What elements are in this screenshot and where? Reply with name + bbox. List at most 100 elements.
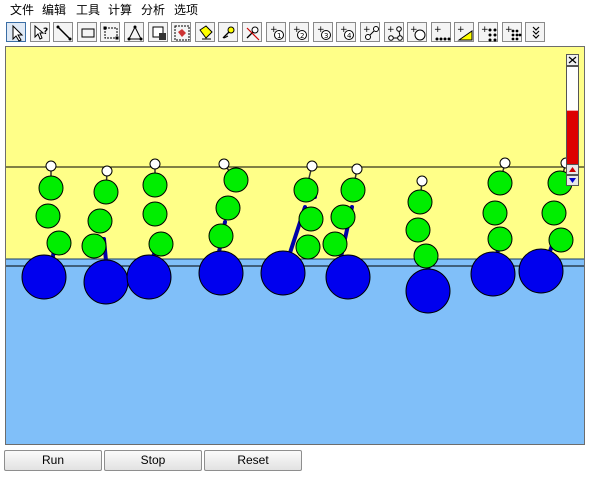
stop-button[interactable]: Stop — [104, 450, 202, 471]
svg-text:1: 1 — [277, 32, 281, 40]
run-button[interactable]: Run — [4, 450, 102, 471]
triangle-tool-icon — [127, 25, 143, 41]
add-atom-tool-icon: + — [410, 25, 426, 41]
select-tool-icon — [12, 24, 24, 42]
menu-compute[interactable]: 计算 — [108, 2, 132, 18]
simulation-view[interactable] — [6, 47, 584, 444]
region-select-tool-icon — [174, 25, 190, 41]
help-query-tool-button[interactable]: ? — [29, 22, 50, 42]
vertical-scrollbar[interactable] — [566, 54, 579, 187]
green-bead — [142, 172, 168, 198]
green-bead — [208, 223, 234, 249]
end-bead — [149, 158, 161, 170]
green-bead — [35, 203, 61, 229]
svg-text:+: + — [505, 25, 513, 35]
green-bead — [81, 233, 107, 259]
svg-text:?: ? — [43, 27, 48, 37]
add-slope-tool-icon: + — [457, 25, 473, 41]
blue-bead — [405, 268, 451, 314]
end-bead — [351, 163, 363, 175]
region-select-tool-button[interactable] — [171, 22, 192, 42]
add-cluster-tool-icon: + — [505, 25, 521, 41]
attach-tool-icon — [199, 25, 213, 40]
menu-file[interactable]: 文件 — [10, 2, 34, 18]
svg-text:2: 2 — [300, 32, 304, 40]
scroll-close-icon[interactable] — [566, 54, 579, 66]
green-bead — [148, 231, 174, 257]
svg-text:+: + — [457, 25, 465, 35]
rectangle-tool-button[interactable] — [76, 22, 97, 42]
menu-bar: 文件 编辑 工具 计算 分析 选项 — [0, 0, 608, 20]
add-grid-tool-button[interactable]: + — [478, 22, 498, 42]
green-bead — [93, 179, 119, 205]
end-bead — [218, 158, 230, 170]
reset-button[interactable]: Reset — [204, 450, 302, 471]
rect-select-tool-button[interactable] — [100, 22, 121, 42]
blue-bead — [83, 259, 129, 305]
green-bead — [38, 175, 64, 201]
scroll-up-icon[interactable] — [566, 164, 579, 175]
end-bead — [306, 160, 318, 172]
green-bead — [330, 204, 356, 230]
add-slope-tool-button[interactable]: + — [454, 22, 475, 42]
blue-bead — [198, 250, 244, 296]
help-query-tool-icon: ? — [34, 24, 48, 40]
add-chain-tool-button[interactable]: + — [430, 22, 451, 42]
blue-bead — [518, 248, 564, 294]
add-charge-1-tool-button[interactable]: +1 — [265, 22, 286, 42]
angle-bond-tool-button[interactable]: + — [383, 22, 404, 42]
add-charge-1-tool-icon: +1 — [270, 25, 284, 40]
no-pin-tool-button[interactable] — [242, 22, 262, 42]
no-pin-tool-icon — [246, 26, 260, 41]
svg-text:3: 3 — [324, 32, 328, 40]
triangle-tool-button[interactable] — [124, 22, 144, 42]
pin-tool-icon — [222, 26, 235, 39]
add-chain-tool-icon: + — [434, 25, 451, 41]
pin-tool-button[interactable] — [218, 22, 239, 42]
green-bead — [482, 200, 508, 226]
fill-tool-button[interactable] — [147, 22, 168, 42]
green-bead — [541, 200, 567, 226]
svg-text:+: + — [481, 25, 489, 35]
green-bead — [487, 226, 513, 252]
attach-tool-button[interactable] — [194, 22, 215, 42]
end-bead — [416, 175, 428, 187]
angle-bond-tool-icon: + — [387, 25, 403, 41]
more-tools-button[interactable] — [525, 22, 546, 42]
simulation-canvas[interactable] — [5, 46, 585, 445]
select-tool-button[interactable] — [6, 22, 26, 42]
fill-tool-icon — [152, 26, 166, 40]
green-bead — [295, 234, 321, 260]
svg-text:4: 4 — [347, 32, 352, 40]
line-tool-button[interactable] — [53, 22, 74, 42]
bond-tool-button[interactable]: + — [360, 22, 380, 42]
blue-bead — [470, 251, 516, 297]
green-bead — [142, 201, 168, 227]
green-bead — [215, 195, 241, 221]
menu-edit[interactable]: 编辑 — [42, 2, 66, 18]
green-bead — [293, 177, 319, 203]
green-bead — [46, 230, 72, 256]
green-bead — [223, 167, 249, 193]
add-charge-2-tool-button[interactable]: +2 — [289, 22, 310, 42]
add-grid-tool-icon: + — [481, 25, 497, 42]
add-charge-4-tool-button[interactable]: +4 — [336, 22, 357, 42]
green-bead — [298, 206, 324, 232]
blue-bead — [325, 254, 371, 300]
rectangle-tool-icon — [81, 28, 95, 38]
menu-tools[interactable]: 工具 — [76, 2, 100, 18]
end-bead — [499, 157, 511, 169]
svg-text:+: + — [363, 25, 371, 35]
menu-options[interactable]: 选项 — [174, 2, 198, 18]
add-atom-tool-button[interactable]: + — [407, 22, 428, 42]
add-charge-3-tool-icon: +3 — [317, 25, 331, 40]
blue-bead — [126, 254, 172, 300]
green-bead — [413, 243, 439, 269]
add-charge-2-tool-icon: +2 — [293, 25, 308, 40]
menu-analyze[interactable]: 分析 — [141, 2, 165, 18]
add-charge-3-tool-button[interactable]: +3 — [312, 22, 333, 42]
green-bead — [548, 227, 574, 253]
add-cluster-tool-button[interactable]: + — [501, 22, 522, 42]
bond-tool-icon: + — [363, 25, 379, 40]
scroll-down-icon[interactable] — [566, 175, 579, 186]
